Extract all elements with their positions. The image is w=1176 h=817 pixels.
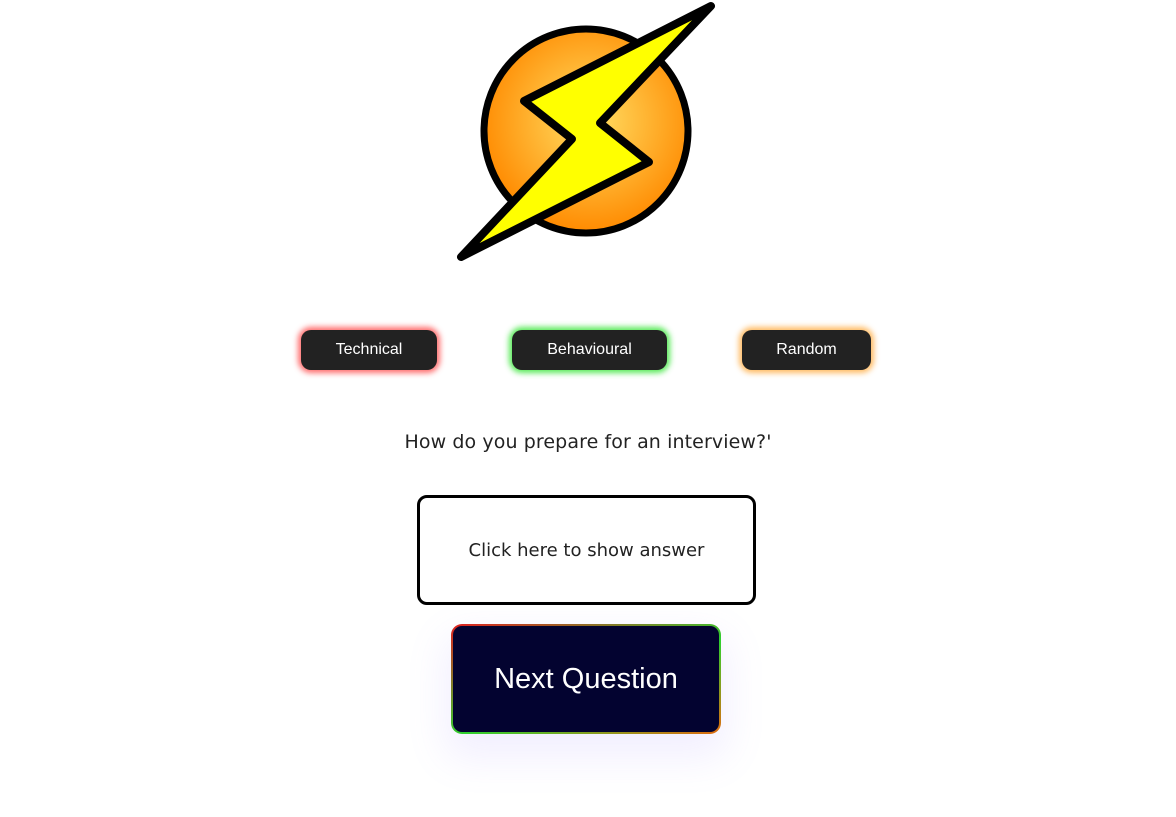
lightning-bolt-logo-icon <box>452 0 722 265</box>
question-text: How do you prepare for an interview?' <box>404 431 772 453</box>
page: Technical Behavioural Random How do you … <box>0 0 1176 817</box>
random-category-button[interactable]: Random <box>742 330 871 370</box>
show-answer-card[interactable]: Click here to show answer <box>417 495 756 605</box>
next-question-button[interactable]: Next Question <box>453 626 719 732</box>
show-answer-label: Click here to show answer <box>468 539 705 561</box>
next-question-button-frame: Next Question <box>451 624 721 734</box>
behavioural-category-button[interactable]: Behavioural <box>512 330 667 370</box>
technical-category-button[interactable]: Technical <box>301 330 437 370</box>
